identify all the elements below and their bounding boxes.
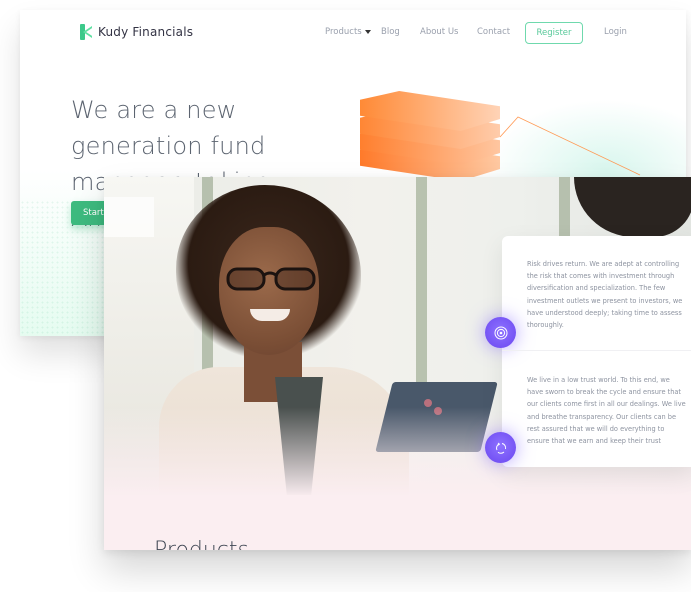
- products-heading: Products: [154, 538, 249, 550]
- layers-illustration: [360, 91, 505, 181]
- brand-name: Kudy Financials: [98, 25, 194, 39]
- nav-login[interactable]: Login: [604, 27, 627, 37]
- kudy-logo-icon: [80, 24, 92, 40]
- register-button[interactable]: Register: [525, 22, 583, 44]
- brand-logo[interactable]: Kudy Financials: [80, 24, 193, 40]
- caret-down-icon: [364, 30, 371, 34]
- nav-about[interactable]: About Us: [420, 27, 458, 37]
- features-divider: [502, 350, 691, 351]
- features-card: Risk drives return. We are adept at cont…: [485, 236, 691, 467]
- recycle-icon: [485, 432, 516, 463]
- outline-shape-illustration: [500, 116, 641, 176]
- nav-products[interactable]: Products: [325, 27, 371, 37]
- feature-trust-text: We live in a low trust world. To this en…: [527, 376, 686, 446]
- feature-risk-text: Risk drives return. We are adept at cont…: [527, 260, 683, 330]
- nav-products-label: Products: [325, 27, 362, 37]
- target-icon: [485, 317, 516, 348]
- features-window: Risk drives return. We are adept at cont…: [104, 177, 691, 550]
- nav-blog[interactable]: Blog: [381, 27, 400, 37]
- nav-contact[interactable]: Contact: [477, 27, 510, 37]
